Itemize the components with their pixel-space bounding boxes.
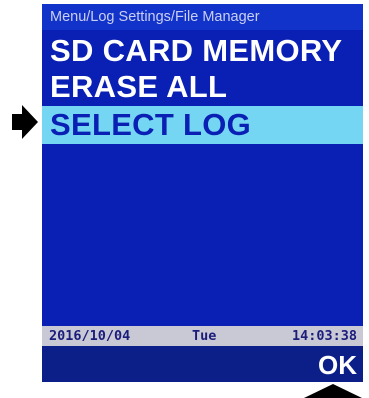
status-date: 2016/10/04 <box>49 328 131 344</box>
menu-item-select-log[interactable]: SELECT LOG <box>42 106 363 144</box>
status-day: Tue <box>192 328 217 344</box>
breadcrumb: Menu/Log Settings/File Manager <box>42 4 363 30</box>
menu-item-sd-card-memory[interactable]: SD CARD MEMORY <box>42 32 363 70</box>
ok-softkey[interactable]: OK <box>318 346 357 382</box>
status-time: 14:03:38 <box>291 328 357 344</box>
right-arrow-icon <box>12 105 38 139</box>
status-bar: 2016/10/04 Tue 14:03:38 <box>42 326 363 346</box>
menu-item-erase-all[interactable]: ERASE ALL <box>42 68 363 106</box>
softkey-bar: OK <box>42 346 363 382</box>
device-screen: Menu/Log Settings/File Manager SD CARD M… <box>42 4 363 382</box>
